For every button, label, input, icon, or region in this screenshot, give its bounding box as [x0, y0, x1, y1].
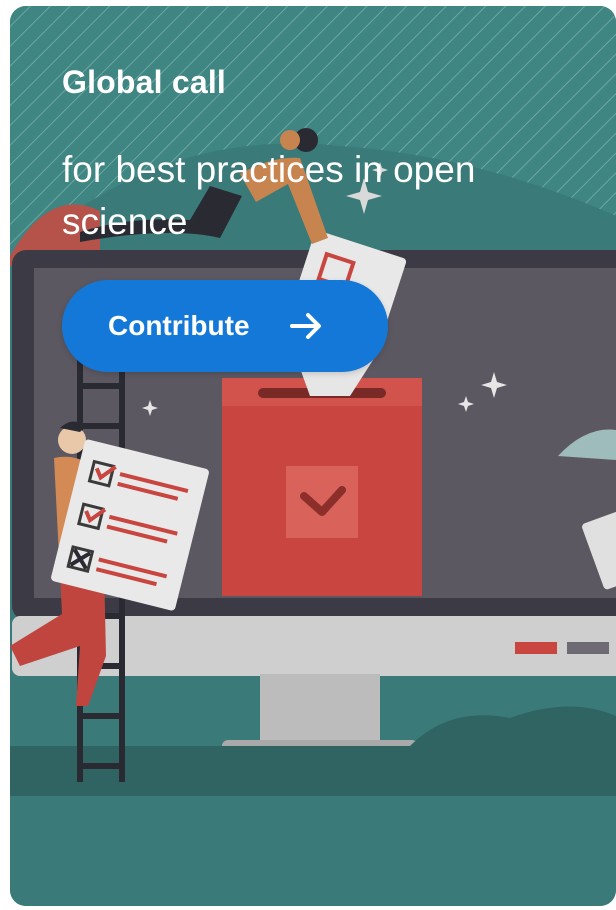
contribute-button-label: Contribute	[108, 310, 250, 341]
contribute-button[interactable]: Contribute	[62, 280, 388, 372]
card-subtitle: for best practices in open science	[62, 149, 476, 242]
arrow-right-icon	[286, 306, 326, 346]
card-title: Global call	[62, 64, 227, 100]
global-call-card[interactable]: Global call for best practices in open s…	[10, 6, 616, 906]
voting-illustration	[10, 6, 616, 906]
